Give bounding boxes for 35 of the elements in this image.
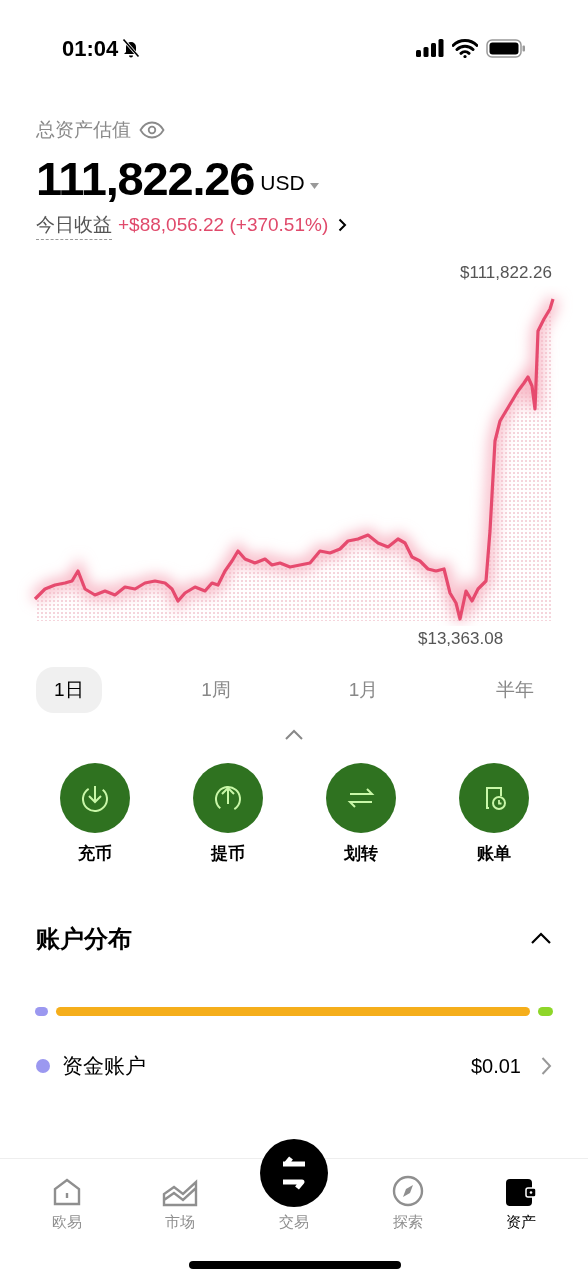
home-icon bbox=[51, 1176, 82, 1207]
chart-icon bbox=[162, 1178, 199, 1207]
chevron-right-icon[interactable] bbox=[338, 218, 348, 233]
account-value: $0.01 bbox=[470, 1053, 521, 1079]
pnl-label: 今日收益 bbox=[36, 210, 112, 240]
account-name[interactable]: 资金账户 bbox=[62, 1049, 471, 1082]
compass-icon bbox=[391, 1174, 424, 1207]
chart-max-label: $111,822.26 bbox=[460, 262, 552, 284]
action-label: 划转 bbox=[343, 843, 378, 865]
action-label: 账单 bbox=[476, 843, 511, 865]
range-tab[interactable]: 1月 bbox=[330, 667, 397, 713]
signal-icon bbox=[416, 39, 444, 57]
pnl-value: +$88,056.22 (+370.51%) bbox=[118, 213, 329, 237]
tab-bar-item[interactable]: 市场 bbox=[123, 1171, 238, 1233]
battery-icon bbox=[486, 38, 526, 58]
action-label: 提币 bbox=[210, 843, 245, 865]
tab-bar-item[interactable]: 探索 bbox=[350, 1171, 465, 1233]
dropdown-caret-icon[interactable] bbox=[309, 182, 319, 189]
range-tab[interactable]: 1日 bbox=[36, 667, 102, 713]
section-title: 账户分布 bbox=[36, 923, 132, 954]
range-tab[interactable]: 半年 bbox=[478, 667, 552, 713]
balance-title: 总资产估值 bbox=[36, 118, 131, 142]
action-label: 充币 bbox=[77, 843, 112, 865]
chart-min-label: $13,363.08 bbox=[418, 628, 504, 648]
wifi-icon bbox=[452, 38, 478, 58]
currency-label[interactable]: USD bbox=[260, 167, 305, 199]
status-time: 01:04 bbox=[62, 34, 119, 63]
tab-bar-item[interactable]: 交易 bbox=[237, 1135, 351, 1233]
wallet-icon bbox=[505, 1176, 538, 1207]
eye-icon[interactable] bbox=[139, 121, 165, 140]
tab-bar-item[interactable]: 欧易 bbox=[10, 1171, 124, 1233]
range-tab[interactable]: 1周 bbox=[183, 667, 249, 713]
chevron-up-icon[interactable] bbox=[530, 932, 552, 945]
tab-bar-item[interactable]: 资产 bbox=[464, 1171, 578, 1233]
total-balance: 111,822.26 bbox=[36, 150, 255, 207]
